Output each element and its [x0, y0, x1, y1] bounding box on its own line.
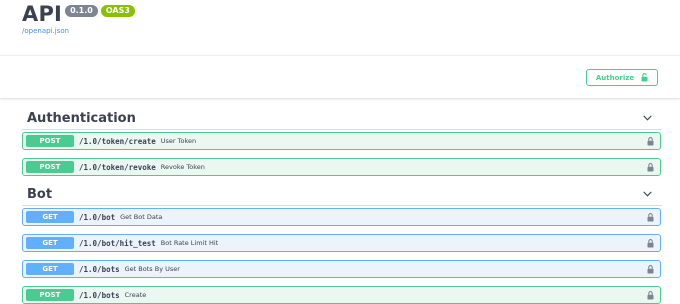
method-badge: GET: [26, 263, 74, 275]
method-badge: POST: [26, 289, 74, 301]
operation-path: /1.0/token/revoke: [79, 162, 156, 172]
authorize-button[interactable]: Authorize: [586, 69, 658, 86]
unlock-icon: [641, 73, 648, 82]
lock-icon[interactable]: [647, 239, 654, 248]
lock-icon[interactable]: [647, 291, 654, 300]
operation-path: /1.0/bot: [79, 212, 116, 222]
section-bot[interactable]: Bot: [22, 183, 662, 206]
operation-get-bots[interactable]: GET /1.0/bots Get Bots By User: [22, 260, 661, 278]
chevron-down-icon[interactable]: [643, 115, 652, 121]
openapi-spec-link[interactable]: /openapi.json: [22, 27, 135, 35]
method-badge: GET: [26, 211, 74, 223]
operation-path: /1.0/bots: [79, 290, 120, 300]
operation-summary: Revoke Token: [160, 163, 205, 171]
lock-icon[interactable]: [647, 163, 654, 172]
operation-path: /1.0/bot/hit_test: [79, 238, 156, 248]
operation-path: /1.0/token/create: [79, 136, 156, 146]
section-title: Bot: [27, 186, 53, 202]
operation-post-bots[interactable]: POST /1.0/bots Create: [22, 286, 661, 304]
operation-summary: Create: [124, 291, 147, 299]
lock-icon[interactable]: [647, 213, 654, 222]
oas-badge: OAS3: [100, 5, 135, 17]
lock-icon[interactable]: [647, 137, 654, 146]
version-badge: 0.1.0: [65, 5, 98, 17]
operation-summary: User Token: [160, 137, 197, 145]
api-title: API: [22, 2, 63, 26]
operation-summary: Get Bot Data: [120, 213, 163, 221]
api-info: API 0.1.0 OAS3 /openapi.json: [22, 2, 135, 35]
operation-post-token-create[interactable]: POST /1.0/token/create User Token: [22, 132, 661, 150]
operation-path: /1.0/bots: [79, 264, 120, 274]
lock-icon[interactable]: [647, 265, 654, 274]
title-row: API 0.1.0 OAS3: [22, 2, 135, 26]
method-badge: POST: [26, 161, 74, 173]
operation-get-bot-hit-test[interactable]: GET /1.0/bot/hit_test Bot Rate Limit Hit: [22, 234, 661, 252]
authorize-label: Authorize: [595, 73, 635, 82]
operation-summary: Bot Rate Limit Hit: [160, 239, 219, 247]
chevron-down-icon[interactable]: [643, 191, 652, 197]
method-badge: POST: [26, 135, 74, 147]
method-badge: GET: [26, 237, 74, 249]
scheme-container: Authorize: [0, 55, 680, 98]
operation-summary: Get Bots By User: [124, 265, 180, 273]
operation-get-bot[interactable]: GET /1.0/bot Get Bot Data: [22, 208, 661, 226]
section-title: Authentication: [27, 110, 136, 126]
section-authentication[interactable]: Authentication: [22, 107, 662, 130]
operation-post-token-revoke[interactable]: POST /1.0/token/revoke Revoke Token: [22, 158, 661, 176]
